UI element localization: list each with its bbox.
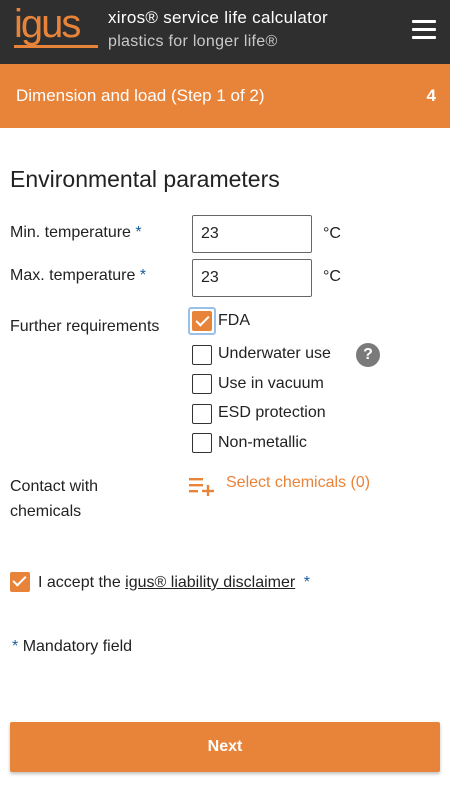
select-chemicals-link[interactable]: Select chemicals (0) [226, 474, 370, 492]
non-metallic-label: Non-metallic [218, 434, 307, 451]
accept-disclaimer-checkbox[interactable] [10, 572, 30, 592]
logo-underline [14, 45, 98, 48]
app-title: xiros® service life calculator [108, 8, 328, 27]
playlist-add-icon[interactable] [189, 476, 215, 496]
next-button[interactable]: Next [10, 722, 440, 772]
max-temperature-input[interactable] [192, 259, 312, 297]
required-star: * [135, 224, 142, 241]
app-subtitle: plastics for longer life® [108, 33, 278, 50]
contact-with-chemicals-label: Contact with chemicals [10, 478, 99, 520]
use-in-vacuum-label: Use in vacuum [218, 375, 324, 392]
max-temperature-unit: °C [323, 268, 341, 285]
step-title: Dimension and load (Step 1 of 2) [16, 86, 265, 105]
help-icon[interactable]: ? [356, 343, 380, 367]
non-metallic-checkbox[interactable] [192, 433, 212, 453]
fda-label: FDA [218, 312, 250, 329]
app-bar: igus xiros® service life calculator plas… [0, 0, 450, 64]
hamburger-menu-icon[interactable] [412, 20, 436, 40]
further-requirements-label: Further requirements [10, 318, 160, 335]
max-temperature-label: Max. temperature * [10, 267, 147, 284]
esd-protection-label: ESD protection [218, 404, 326, 421]
use-in-vacuum-checkbox[interactable] [192, 374, 212, 394]
required-star: * [12, 638, 19, 655]
fda-checkbox[interactable] [192, 311, 212, 331]
min-temperature-unit: °C [323, 225, 341, 242]
min-temperature-label: Min. temperature * [10, 224, 142, 241]
esd-protection-checkbox[interactable] [192, 404, 212, 424]
accept-disclaimer-text: I accept the igus® liability disclaimer … [38, 574, 310, 591]
underwater-use-checkbox[interactable] [192, 345, 212, 365]
required-star: * [303, 574, 310, 591]
section-title: Environmental parameters [10, 166, 280, 192]
step-bar[interactable]: Dimension and load (Step 1 of 2) 4 [0, 64, 450, 128]
step-count: 4 [426, 86, 436, 105]
liability-disclaimer-link[interactable]: igus® liability disclaimer [125, 574, 295, 591]
mandatory-field-note: * Mandatory field [12, 638, 133, 655]
min-temperature-input[interactable] [192, 215, 312, 253]
igus-logo: igus [14, 2, 81, 46]
required-star: * [139, 267, 147, 284]
underwater-use-label: Underwater use [218, 345, 331, 362]
